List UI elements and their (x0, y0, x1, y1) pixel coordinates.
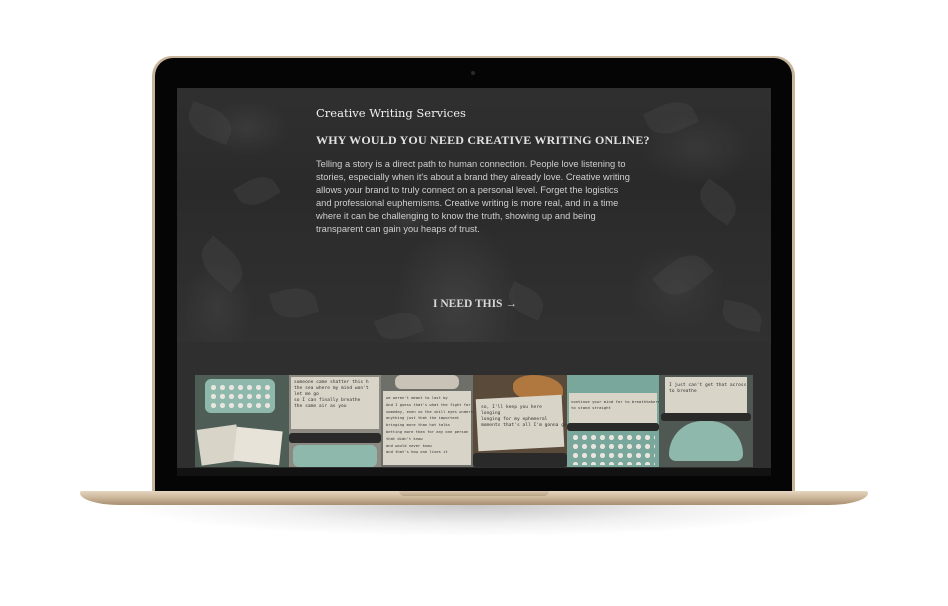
typewriter-graphic (395, 375, 459, 389)
typed-poem: so, I'll keep you here longing longing f… (481, 405, 567, 428)
service-label: Creative Writing Services (316, 106, 466, 120)
laptop-shadow (140, 505, 808, 535)
gallery-image[interactable]: I just can't get that across to breathe (659, 375, 753, 467)
typewriter-keys (209, 383, 271, 409)
paper-sheet (233, 426, 283, 466)
screen-bottom-edge (177, 468, 771, 476)
typed-poem: we weren't meant to last by And I guess … (386, 395, 473, 455)
typewriter-keys (571, 433, 655, 465)
gallery-image[interactable]: continue your mind for to breathtakers a… (567, 375, 659, 467)
intro-paragraph: Telling a story is a direct path to huma… (316, 159, 630, 234)
laptop-screen: Creative Writing Services WHY WOULD YOU … (177, 88, 771, 476)
webcam-icon (471, 71, 475, 75)
typewriter-platen (567, 423, 659, 431)
typed-poem: I just can't get that across to breathe (669, 383, 747, 394)
gallery-image[interactable]: we weren't meant to last by And I guess … (381, 375, 473, 467)
typewriter-platen (473, 453, 567, 467)
typed-poem: continue your mind for to breathtakers a… (571, 399, 659, 410)
gallery-image[interactable]: so, I'll keep you here longing longing f… (473, 375, 567, 467)
typewriter-graphic (669, 421, 743, 461)
i-need-this-link[interactable]: I NEED THIS → (433, 298, 517, 310)
hero-section: Creative Writing Services WHY WOULD YOU … (177, 88, 771, 346)
gallery-image[interactable]: someone came shatter this h the sea wher… (289, 375, 381, 467)
section-heading: WHY WOULD YOU NEED CREATIVE WRITING ONLI… (316, 133, 650, 147)
typewriter-platen (661, 413, 751, 421)
typewriter-graphic (293, 445, 377, 467)
laptop-hinge-notch (399, 491, 549, 496)
gallery-image[interactable] (195, 375, 289, 467)
typewriter-gallery: someone came shatter this h the sea wher… (177, 342, 771, 476)
typed-poem: someone came shatter this h the sea wher… (294, 380, 369, 409)
typewriter-platen (289, 433, 381, 443)
